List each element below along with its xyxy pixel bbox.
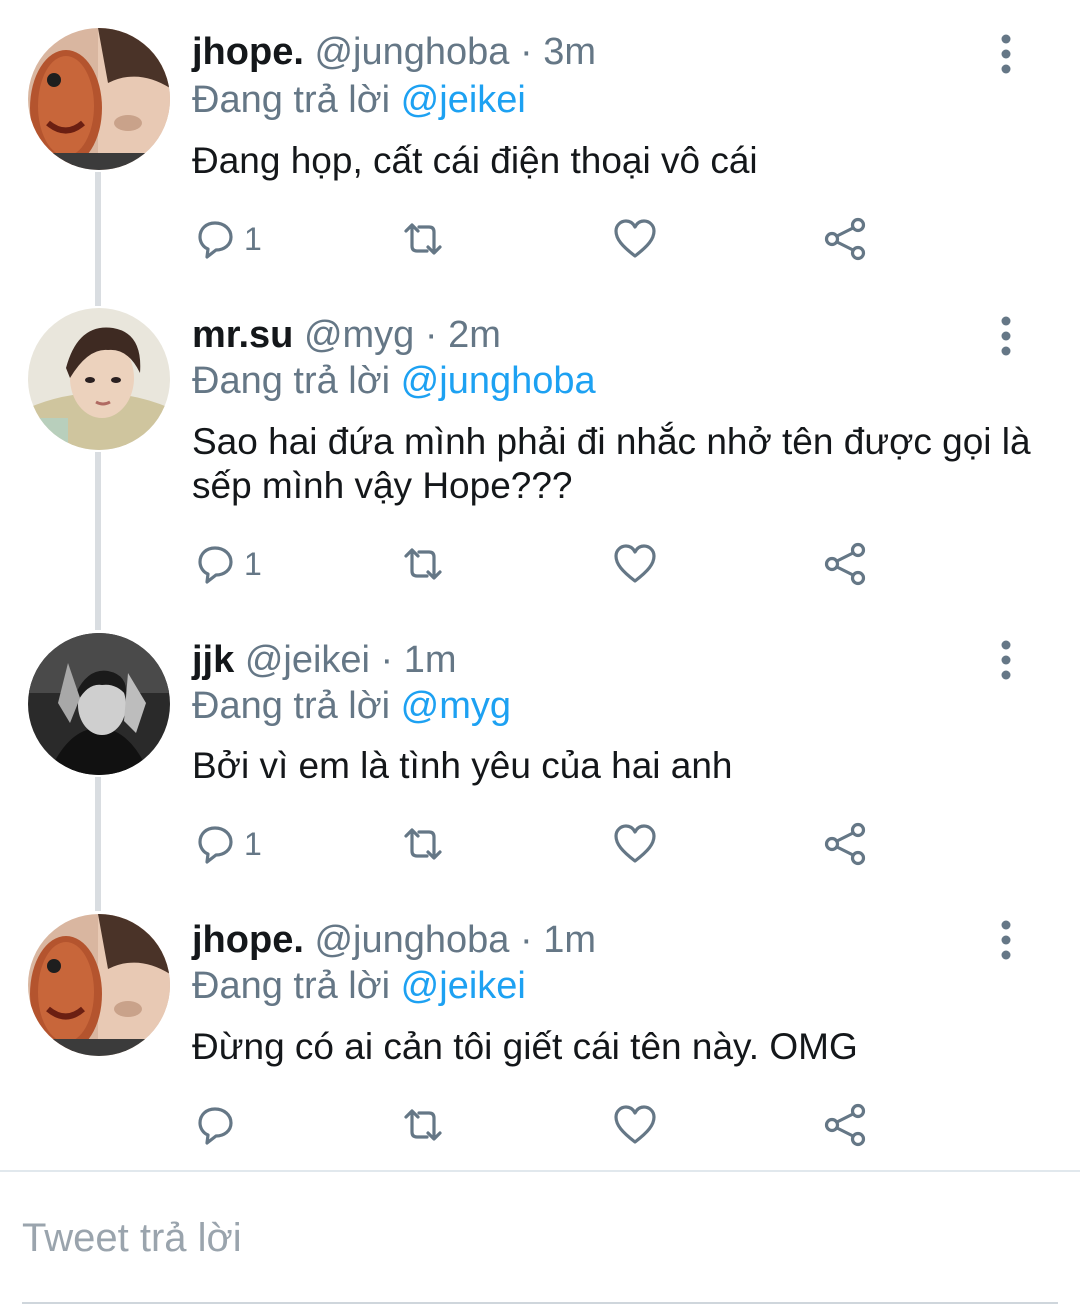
tweet-text: Đừng có ai cản tôi giết cái tên này. OMG xyxy=(192,1026,858,1067)
tweet[interactable]: jhope. @junghoba · 1m Đang trả lời @jeik… xyxy=(0,0,1080,1165)
composer-underline xyxy=(22,1302,1058,1304)
retweet-icon xyxy=(404,1109,442,1141)
avatar-image xyxy=(28,914,170,1056)
reply-button[interactable] xyxy=(192,1100,244,1150)
display-name[interactable]: jhope. xyxy=(192,919,304,961)
timestamp: · 1m xyxy=(519,919,596,961)
more-vertical-icon[interactable] xyxy=(990,920,1022,960)
heart-icon xyxy=(614,1105,656,1144)
reply-composer xyxy=(0,1172,1080,1315)
share-button[interactable] xyxy=(822,1100,868,1150)
reply-icon xyxy=(198,1107,233,1145)
replying-label: Đang trả lời xyxy=(192,965,391,1007)
reply-input[interactable] xyxy=(22,1208,1052,1268)
user-handle[interactable]: @junghoba xyxy=(314,919,509,961)
replying-to-mention[interactable]: @jeikei xyxy=(401,965,526,1007)
like-button[interactable] xyxy=(612,1100,658,1150)
tweet-actions xyxy=(192,1100,892,1150)
avatar[interactable] xyxy=(28,914,170,1056)
retweet-button[interactable] xyxy=(400,1100,446,1150)
share-icon xyxy=(824,1103,866,1147)
